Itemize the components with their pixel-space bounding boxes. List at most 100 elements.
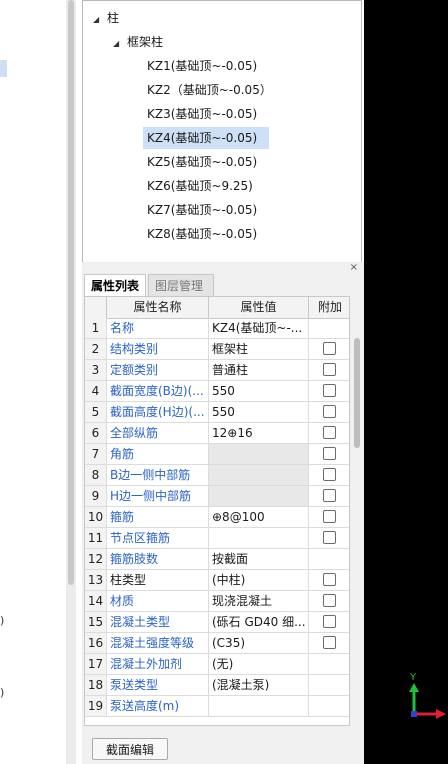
property-name: 混凝土强度等级 — [107, 633, 209, 653]
tree-node-label: 框架柱 — [127, 35, 164, 49]
y-axis-label: Y — [409, 672, 417, 683]
left-scrollbar-thumb[interactable] — [68, 0, 74, 585]
tree-leaf-label: KZ6(基础顶~9.25) — [147, 179, 253, 193]
row-index: 2 — [85, 339, 107, 359]
tree-leaf-label-selected: KZ4(基础顶~-0.05) — [143, 127, 269, 149]
close-icon[interactable]: × — [350, 262, 358, 274]
property-value[interactable] — [209, 696, 309, 716]
property-value[interactable] — [209, 465, 309, 485]
table-row[interactable]: 18 泵送类型 (混凝土泵) — [85, 675, 349, 696]
table-row[interactable]: 14 材质 现浇混凝土 — [85, 591, 349, 612]
property-extra — [309, 402, 349, 422]
property-value[interactable]: 普通柱 — [209, 360, 309, 380]
property-value[interactable]: 550 — [209, 402, 309, 422]
property-value[interactable]: 550 — [209, 381, 309, 401]
property-value[interactable]: (砾石 GD40 细... — [209, 612, 309, 632]
table-row[interactable]: 8 B边一侧中部筋 — [85, 465, 349, 486]
table-row[interactable]: 7 角筋 — [85, 444, 349, 465]
property-name: H边一侧中部筋 — [107, 486, 209, 506]
tab-layer-manager[interactable]: 图层管理 — [148, 274, 214, 296]
extra-checkbox[interactable] — [323, 363, 336, 376]
extra-checkbox[interactable] — [323, 573, 336, 586]
property-value[interactable]: (无) — [209, 654, 309, 674]
extra-checkbox[interactable] — [323, 405, 336, 418]
property-grid: 属性名称 属性值 附加 1 名称 KZ4(基础顶~-... 2 结构类别 框架柱 3 定额类别… — [84, 296, 350, 726]
property-value[interactable] — [209, 486, 309, 506]
drawing-viewport[interactable] — [364, 0, 448, 764]
table-row[interactable]: 17 混凝土外加剂 (无) — [85, 654, 349, 675]
property-extra — [309, 381, 349, 401]
extra-checkbox[interactable] — [323, 531, 336, 544]
property-value[interactable]: ⊕8@100 — [209, 507, 309, 527]
table-row[interactable]: 16 混凝土强度等级 (C35) — [85, 633, 349, 654]
table-row[interactable]: 10 箍筋 ⊕8@100 — [85, 507, 349, 528]
property-grid-scrollbar-thumb[interactable] — [354, 338, 360, 448]
extra-checkbox[interactable] — [323, 384, 336, 397]
y-axis-icon: Y — [409, 672, 419, 714]
tree-leaf-kz1[interactable]: KZ1(基础顶~-0.05) — [143, 55, 261, 77]
tree-leaf-kz3[interactable]: KZ3(基础顶~-0.05) — [143, 103, 261, 125]
table-row[interactable]: 11 节点区箍筋 — [85, 528, 349, 549]
extra-checkbox[interactable] — [323, 615, 336, 628]
property-grid-scrollbar[interactable] — [352, 318, 362, 726]
row-index: 8 — [85, 465, 107, 485]
tree-leaf-kz5[interactable]: KZ5(基础顶~-0.05) — [143, 151, 261, 173]
extra-checkbox[interactable] — [323, 342, 336, 355]
property-value[interactable]: (C35) — [209, 633, 309, 653]
extra-checkbox[interactable] — [323, 636, 336, 649]
property-name: 定额类别 — [107, 360, 209, 380]
row-index: 4 — [85, 381, 107, 401]
property-extra — [309, 570, 349, 590]
tree-leaf-kz8[interactable]: KZ8(基础顶~-0.05) — [143, 223, 261, 245]
extra-checkbox[interactable] — [323, 426, 336, 439]
tree-node-column[interactable]: ◢ 柱 — [93, 7, 119, 29]
table-row[interactable]: 6 全部纵筋 12⊕16 — [85, 423, 349, 444]
extra-checkbox[interactable] — [323, 468, 336, 481]
property-value[interactable] — [209, 444, 309, 464]
extra-checkbox[interactable] — [323, 447, 336, 460]
tree-leaf-kz6[interactable]: KZ6(基础顶~9.25) — [143, 175, 257, 197]
table-row[interactable]: 3 定额类别 普通柱 — [85, 360, 349, 381]
property-value[interactable]: KZ4(基础顶~-... — [209, 318, 309, 338]
tree-node-frame-column[interactable]: ◢ 框架柱 — [113, 31, 163, 53]
tree-leaf-kz4[interactable]: KZ4(基础顶~-0.05) — [143, 127, 269, 149]
property-name: 名称 — [107, 318, 209, 338]
extra-checkbox[interactable] — [323, 510, 336, 523]
collapse-arrow-icon[interactable]: ◢ — [113, 33, 121, 55]
property-value[interactable] — [209, 528, 309, 548]
table-row[interactable]: 4 截面宽度(B边)(... 550 — [85, 381, 349, 402]
table-row[interactable]: 9 H边一侧中部筋 — [85, 486, 349, 507]
properties-panel: × 属性列表 图层管理 属性名称 属性值 附加 1 名称 KZ4(基础顶~-... 2… — [82, 262, 364, 764]
row-index: 17 — [85, 654, 107, 674]
extra-checkbox[interactable] — [323, 489, 336, 502]
table-row[interactable]: 5 截面高度(H边)(... 550 — [85, 402, 349, 423]
table-row[interactable]: 19 泵送高度(m) — [85, 696, 349, 717]
property-name: 箍筋肢数 — [107, 549, 209, 569]
property-value[interactable]: 现浇混凝土 — [209, 591, 309, 611]
property-value[interactable]: 框架柱 — [209, 339, 309, 359]
tree-leaf-kz7[interactable]: KZ7(基础顶~-0.05) — [143, 199, 261, 221]
table-row[interactable]: 13 柱类型 (中柱) — [85, 570, 349, 591]
table-row[interactable]: 12 箍筋肢数 按截面 — [85, 549, 349, 570]
property-extra — [309, 549, 349, 569]
property-value[interactable]: (混凝土泵) — [209, 675, 309, 695]
property-value[interactable]: 12⊕16 — [209, 423, 309, 443]
table-row[interactable]: 2 结构类别 框架柱 — [85, 339, 349, 360]
section-edit-button[interactable]: 截面编辑 — [92, 738, 168, 760]
property-name: 材质 — [107, 591, 209, 611]
property-name: 结构类别 — [107, 339, 209, 359]
table-row[interactable]: 1 名称 KZ4(基础顶~-... — [85, 318, 349, 339]
table-row[interactable]: 15 混凝土类型 (砾石 GD40 细... — [85, 612, 349, 633]
extra-checkbox[interactable] — [323, 594, 336, 607]
row-index: 6 — [85, 423, 107, 443]
left-glyph-2: ) — [0, 686, 5, 699]
property-name: 全部纵筋 — [107, 423, 209, 443]
header-extra: 附加 — [317, 300, 342, 314]
collapse-arrow-icon[interactable]: ◢ — [93, 9, 101, 31]
tree-leaf-kz2[interactable]: KZ2（基础顶~-0.05） — [143, 79, 276, 101]
property-value[interactable]: 按截面 — [209, 549, 309, 569]
property-value[interactable]: (中柱) — [209, 570, 309, 590]
property-name: 柱类型 — [107, 570, 209, 590]
tab-property-list[interactable]: 属性列表 — [84, 274, 146, 296]
row-index: 14 — [85, 591, 107, 611]
